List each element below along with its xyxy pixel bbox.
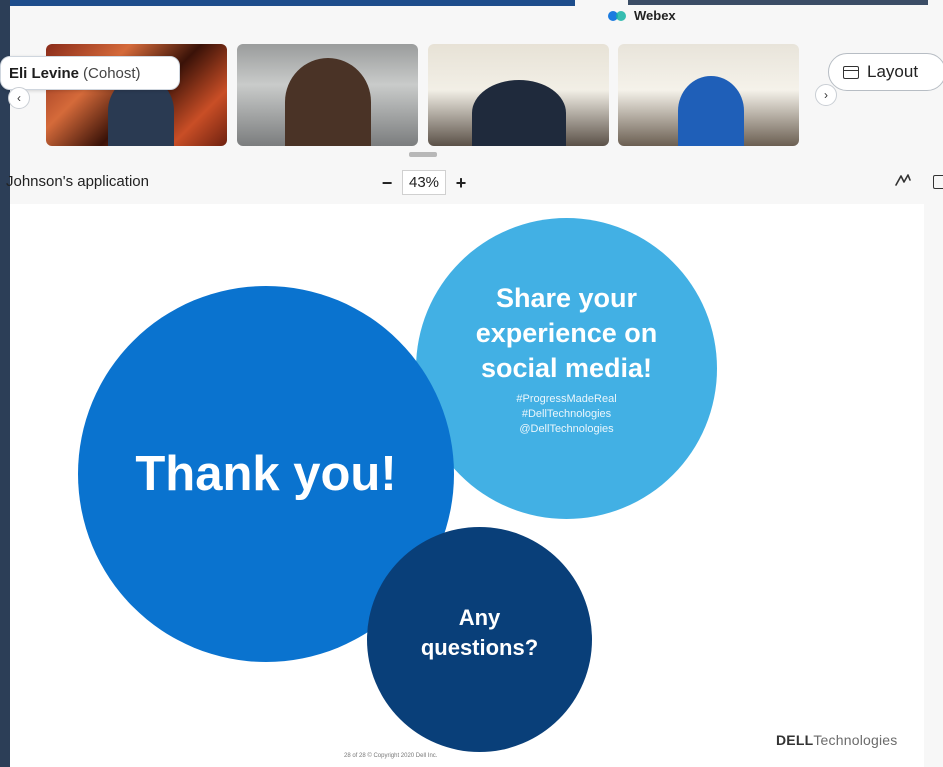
hashtag: #ProgressMadeReal	[516, 392, 617, 405]
hashtag: @DellTechnologies	[519, 422, 614, 435]
share-screen-icon[interactable]	[933, 175, 943, 189]
share-circle: Share your experience on social media! #…	[416, 218, 717, 519]
webex-logo-icon	[608, 10, 626, 21]
chevron-left-icon[interactable]: ‹	[8, 87, 30, 109]
zoom-out-button[interactable]: −	[380, 174, 394, 192]
participant-video-3[interactable]	[428, 44, 609, 146]
participant-silhouette	[472, 80, 566, 146]
share-heading: Share your experience on social media!	[476, 281, 658, 386]
share-line-3: social media!	[480, 352, 653, 383]
app-name: Webex	[634, 8, 676, 23]
participant-video-4[interactable]	[618, 44, 799, 146]
hashtag: #DellTechnologies	[521, 407, 612, 420]
chevron-right-icon[interactable]: ›	[815, 84, 837, 106]
top-bar	[10, 0, 575, 6]
questions-line-1: Any	[458, 604, 501, 630]
layout-icon	[843, 65, 859, 79]
participant-silhouette	[285, 58, 371, 146]
dell-technologies-logo: DELLTechnologies	[776, 732, 897, 748]
slide-footer: 28 of 28 © Copyright 2020 Dell Inc.	[344, 753, 438, 759]
questions-circle: Any questions?	[367, 527, 592, 752]
layout-button[interactable]: Layout	[828, 53, 943, 91]
brand-rest: Technologies	[813, 732, 898, 748]
questions-text: Any questions?	[421, 603, 538, 663]
zoom-level[interactable]: 43%	[402, 170, 447, 195]
webex-brand: Webex	[608, 8, 676, 23]
participant-role: (Cohost)	[83, 64, 141, 82]
resize-grip[interactable]	[409, 152, 437, 157]
top-bar-right	[628, 0, 928, 5]
hashtag-list: #ProgressMadeReal #DellTechnologies @Del…	[516, 392, 616, 437]
shared-slide: Share your experience on social media! #…	[10, 204, 924, 767]
participant-silhouette	[678, 76, 744, 146]
questions-line-2: questions?	[420, 634, 539, 660]
share-line-2: experience on	[475, 317, 658, 348]
thank-you-text: Thank you!	[135, 447, 397, 501]
zoom-controls: − 43% +	[380, 170, 468, 195]
participant-video-2[interactable]	[237, 44, 418, 146]
annotate-icon[interactable]	[894, 172, 912, 188]
share-line-1: Share your	[495, 282, 638, 313]
zoom-in-button[interactable]: +	[454, 174, 468, 192]
layout-label: Layout	[867, 62, 919, 81]
participant-name: Eli Levine	[9, 64, 80, 82]
participant-name-tag: Eli Levine (Cohost)	[0, 56, 180, 90]
shared-app-title: Johnson's application	[6, 173, 149, 190]
webex-window: Webex Eli Levine (Cohost) ‹ › Layout Joh…	[0, 0, 943, 767]
brand-bold: DELL	[776, 732, 814, 748]
